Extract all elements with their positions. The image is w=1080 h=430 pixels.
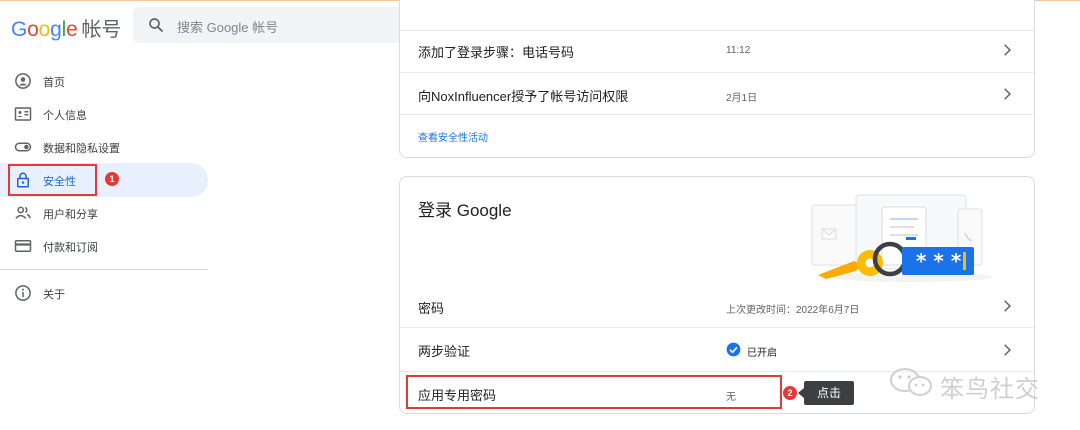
people-icon	[15, 206, 31, 219]
sidebar-item-label: 用户和分享	[43, 209, 98, 221]
logo-letter: e	[66, 18, 78, 41]
logo-letter: G	[11, 18, 28, 41]
row-label: 密码	[418, 301, 445, 316]
annotation-badge-2: 2	[783, 386, 797, 400]
signin-illustration: * * *	[811, 194, 992, 282]
activity-row[interactable]: 向NoxInfluencer授予了帐号访问权限 2月1日	[400, 73, 1034, 114]
row-divider	[400, 114, 1034, 115]
id-card-icon	[14, 107, 32, 121]
annotation-highlight-app-passwords	[406, 375, 782, 409]
logo-product-name: 帐号	[81, 19, 122, 41]
google-account-logo[interactable]: Google 帐号	[11, 13, 121, 42]
card-title: 登录 Google	[418, 201, 512, 220]
row-value: 已开启	[747, 348, 777, 359]
sidebar-item-payments[interactable]: 付款和订阅	[0, 229, 208, 263]
activity-label: 向NoxInfluencer授予了帐号访问权限	[418, 89, 629, 104]
sidebar-item-data-privacy[interactable]: 数据和隐私设置	[0, 130, 208, 164]
sidebar-item-label: 数据和隐私设置	[43, 143, 120, 155]
activity-row[interactable]: 添加了登录步骤：电话号码 11:12	[400, 31, 1034, 72]
sidebar-item-label: 个人信息	[43, 110, 87, 122]
illustration-password-text: * * *	[916, 249, 962, 273]
logo-letter: g	[50, 18, 62, 41]
annotation-tooltip: 点击	[798, 381, 854, 405]
chevron-right-icon	[1004, 88, 1011, 100]
row-label: 两步验证	[418, 344, 471, 359]
view-security-activity-link[interactable]: 查看安全性活动	[418, 129, 488, 144]
chevron-right-icon	[1004, 300, 1011, 312]
row-value: 上次更改时间：2022年6月7日	[726, 305, 860, 316]
credit-card-icon	[14, 240, 32, 252]
security-activity-card: 添加了登录步骤：电话号码 11:12 向NoxInfluencer授予了帐号访问…	[399, 0, 1035, 158]
check-circle-icon	[726, 342, 741, 357]
sidebar-item-people-sharing[interactable]: 用户和分享	[0, 196, 208, 230]
activity-time: 11:12	[726, 45, 751, 56]
activity-time: 2月1日	[726, 93, 758, 104]
annotation-badge-1: 1	[105, 172, 119, 186]
activity-label: 添加了登录步骤：电话号码	[418, 45, 575, 60]
sidebar-item-about[interactable]: 关于	[0, 276, 208, 310]
password-row[interactable]: 密码 上次更改时间：2022年6月7日	[400, 286, 1034, 326]
chevron-right-icon	[1004, 44, 1011, 56]
info-icon	[15, 285, 31, 301]
search-placeholder: 搜索 Google 帐号	[177, 20, 279, 35]
chevron-right-icon	[1004, 344, 1011, 356]
watermark: 笨鸟社交	[888, 362, 1073, 403]
sidebar-divider	[0, 269, 208, 270]
sidebar-item-home[interactable]: 首页	[0, 64, 208, 98]
annotation-highlight-security	[8, 164, 97, 196]
logo-letter: o	[27, 18, 39, 41]
sidebar-item-label: 首页	[43, 77, 65, 89]
sidebar-item-personal-info[interactable]: 个人信息	[0, 97, 208, 131]
home-icon	[15, 73, 31, 89]
logo-letter: o	[38, 18, 51, 41]
search-icon	[149, 18, 163, 32]
watermark-text: 笨鸟社交	[940, 375, 1040, 403]
sidebar-item-label: 付款和订阅	[43, 242, 98, 254]
sidebar-item-label: 关于	[43, 289, 65, 301]
toggle-icon	[14, 142, 32, 152]
wechat-icon	[890, 368, 932, 396]
